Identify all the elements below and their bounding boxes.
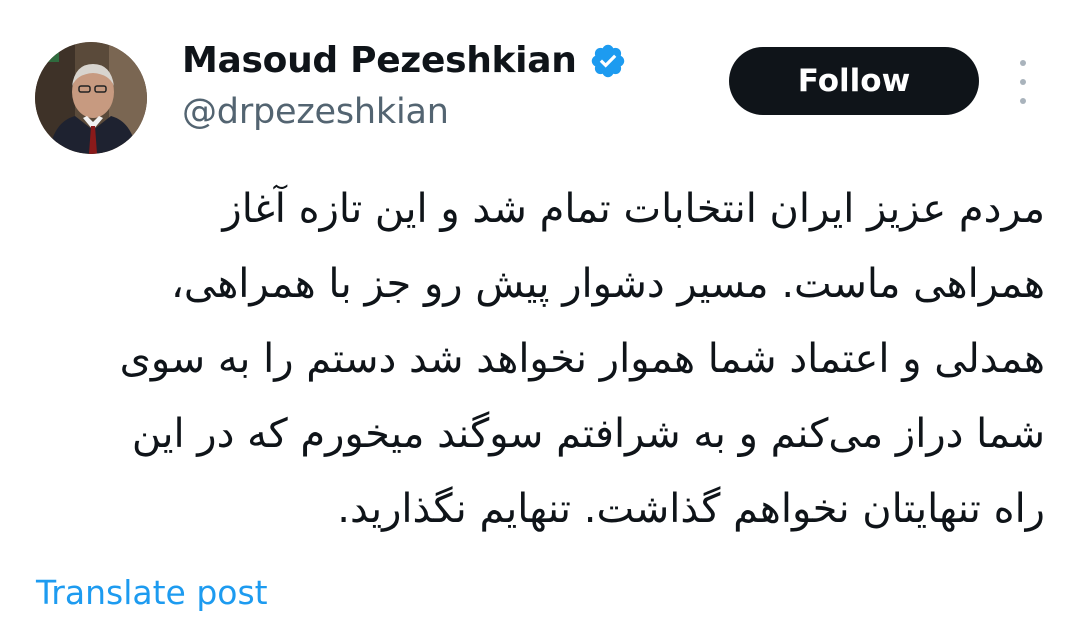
more-dot (1020, 98, 1026, 104)
display-name[interactable]: Masoud Pezeshkian (182, 40, 577, 81)
avatar[interactable] (35, 42, 147, 154)
more-vertical-icon[interactable] (1008, 60, 1038, 104)
profile-photo-icon (35, 42, 147, 154)
translate-post-link[interactable]: Translate post (36, 573, 268, 612)
verified-badge-icon[interactable] (589, 42, 627, 80)
post-line: شما دراز می‌کنم و به شرافتم سوگند میخورم… (131, 411, 1045, 457)
author-handle[interactable]: @drpezeshkian (182, 92, 449, 132)
post-text: مردم عزیز ایران انتخابات تمام شد و این ت… (40, 172, 1045, 547)
post-line: مردم عزیز ایران انتخابات تمام شد و این ت… (222, 186, 1045, 232)
post-line: همدلی و اعتماد شما هموار نخواهد شد دستم … (119, 336, 1045, 382)
more-dot (1020, 60, 1026, 66)
more-dot (1020, 79, 1026, 85)
post-line: همراهی ماست. مسیر دشوار پیش رو جز با همر… (170, 261, 1045, 307)
follow-button[interactable]: Follow (729, 47, 979, 115)
author-name-row: Masoud Pezeshkian (182, 40, 627, 81)
post-line: راه تنهایتان نخواهم گذاشت. تنهایم نگذاری… (337, 486, 1045, 532)
